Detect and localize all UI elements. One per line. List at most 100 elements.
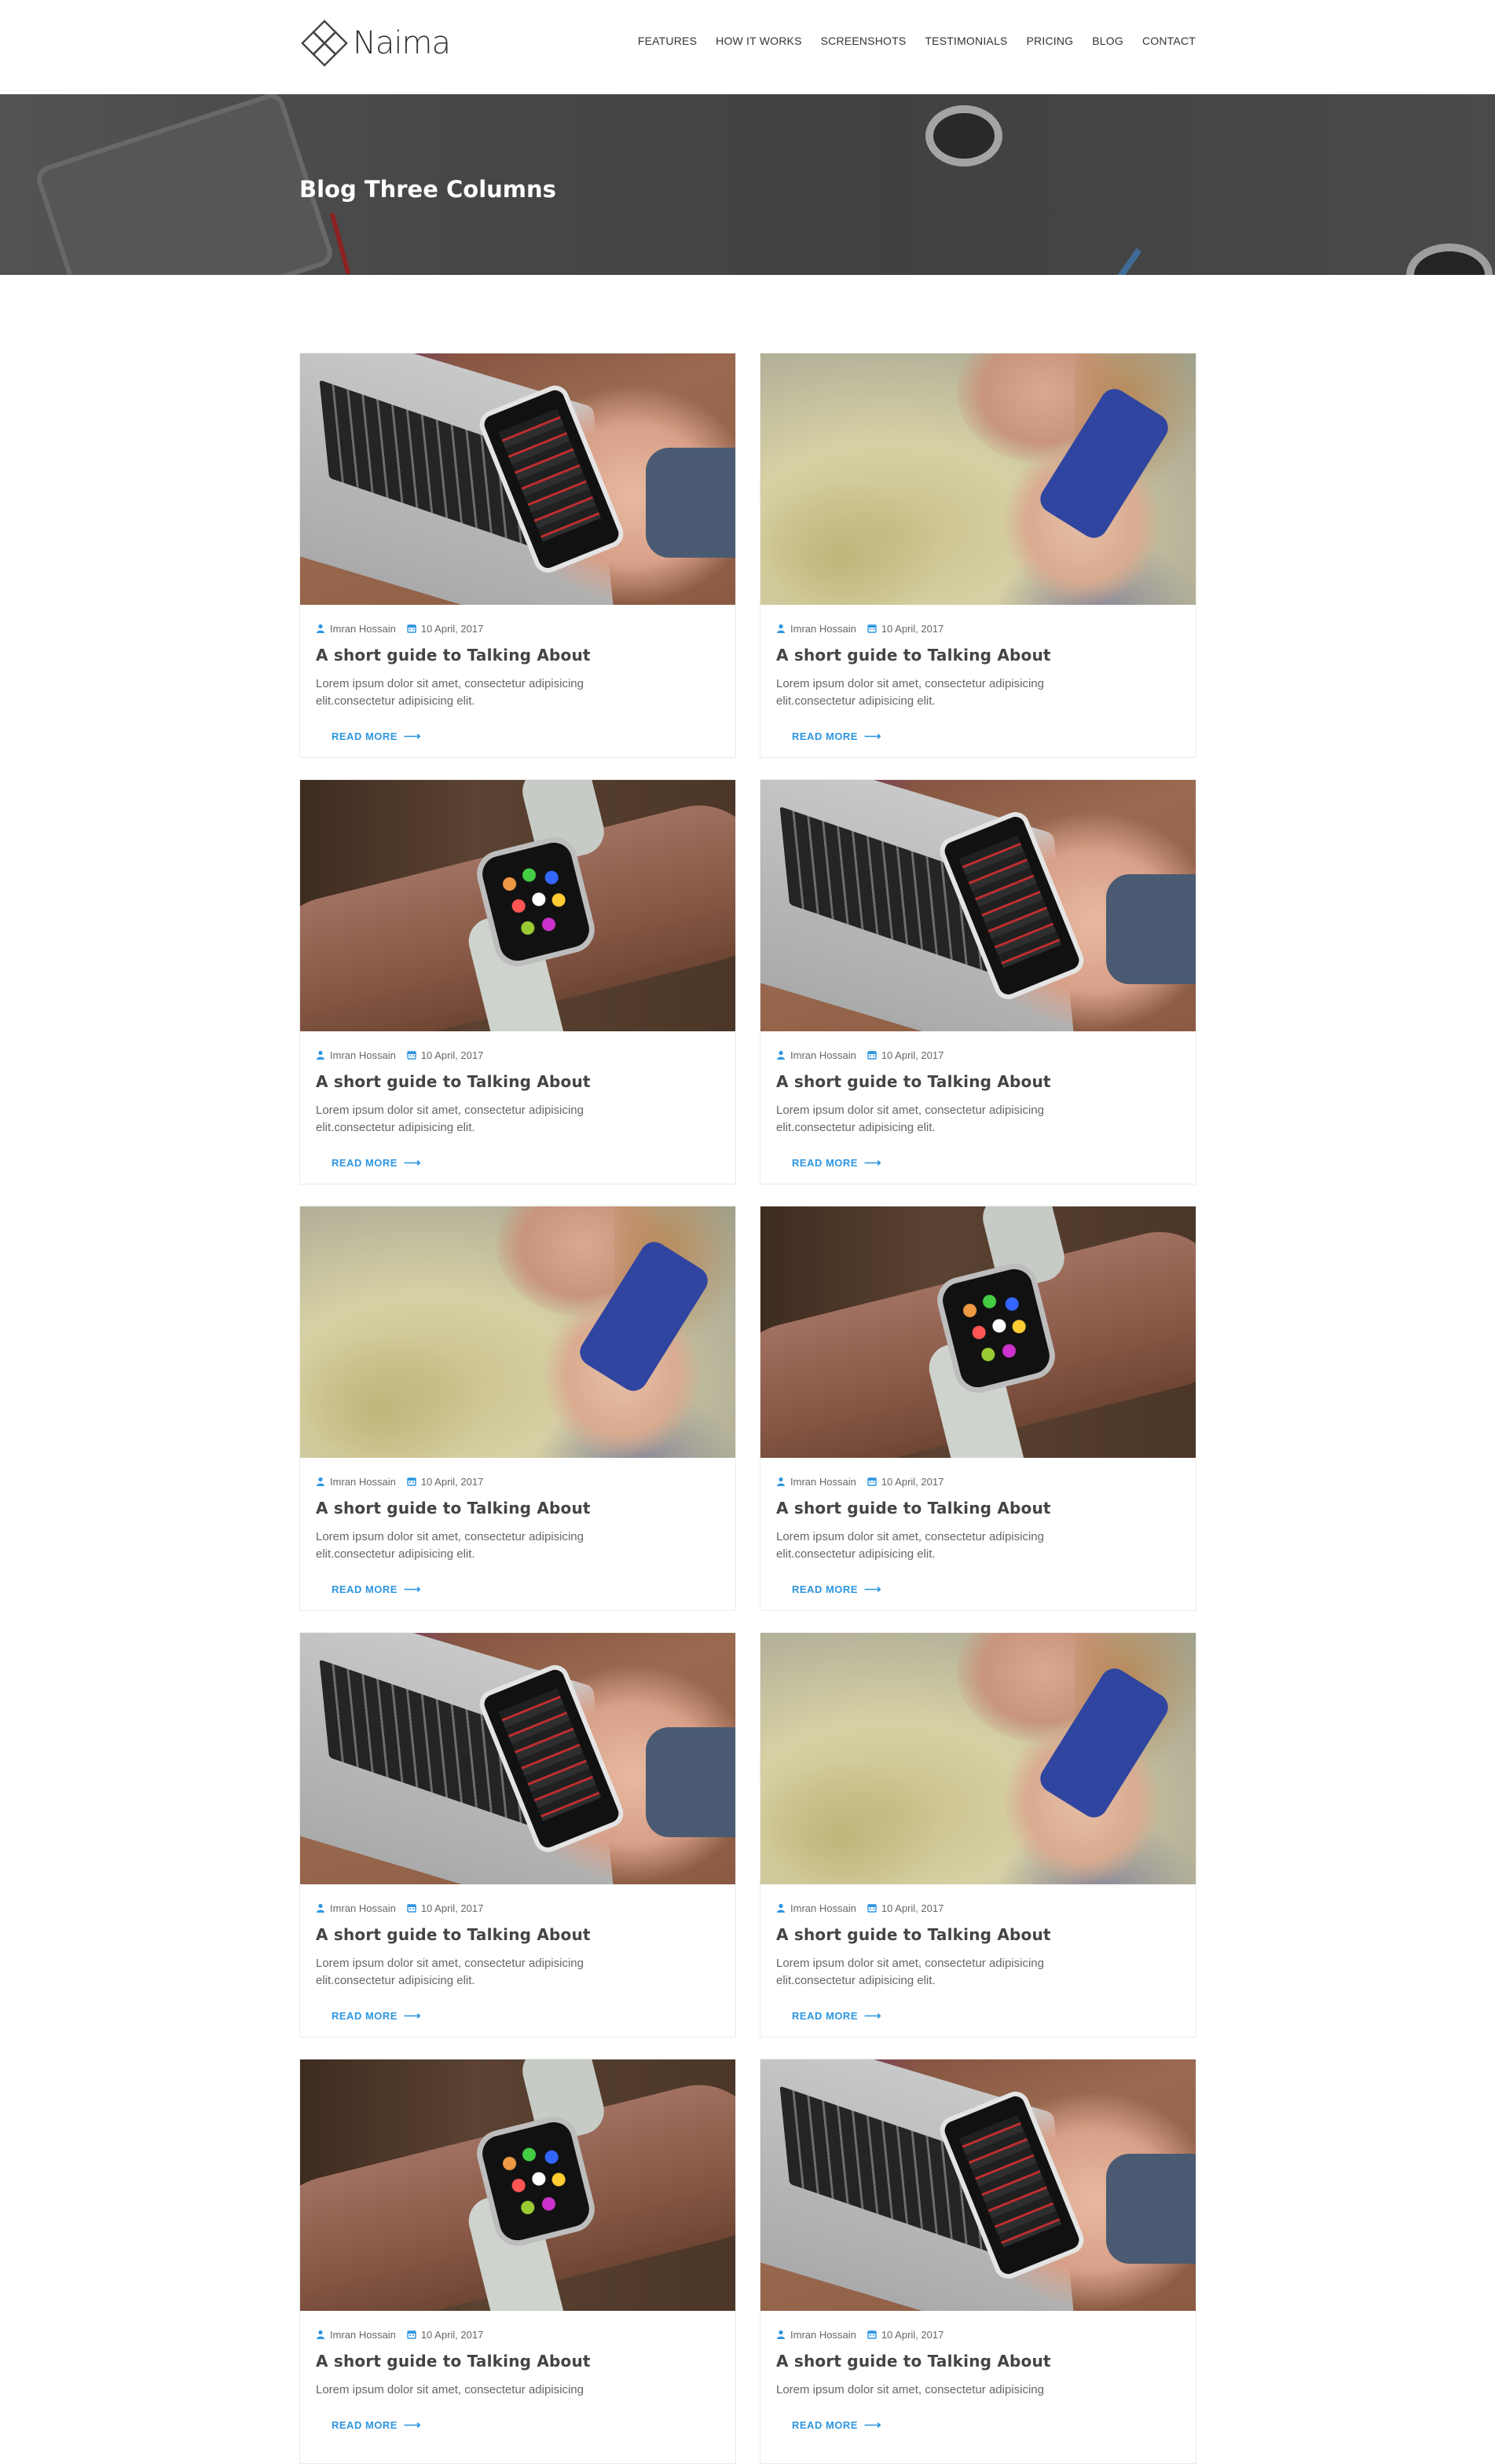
smartwatch-image[interactable] bbox=[300, 780, 735, 1031]
logo-diamond-icon bbox=[301, 20, 348, 67]
post-excerpt: Lorem ipsum dolor sit amet, consectetur … bbox=[776, 1530, 1044, 1561]
girl-phone-image[interactable] bbox=[760, 1633, 1196, 1884]
post-date: 10 April, 2017 bbox=[881, 1902, 944, 1914]
user-icon bbox=[317, 1050, 324, 1060]
nav-item-pricing[interactable]: PRICING bbox=[1027, 35, 1074, 47]
post-meta: Imran Hossain 10 April, 2017 bbox=[776, 1900, 1180, 1916]
read-more-link[interactable]: READ MORE ⟶ bbox=[316, 1155, 720, 1170]
blog-grid: Imran Hossain 10 April, 2017 A short gui… bbox=[299, 353, 1196, 2464]
post-author[interactable]: Imran Hossain bbox=[330, 1902, 396, 1914]
nav-item-features[interactable]: FEATURES bbox=[638, 35, 697, 47]
girl-phone-image[interactable] bbox=[760, 353, 1196, 605]
post-excerpt: Lorem ipsum dolor sit amet, consectetur … bbox=[316, 1104, 584, 1134]
read-more-link[interactable]: READ MORE ⟶ bbox=[776, 2418, 1180, 2432]
laptop-phone-image[interactable] bbox=[760, 2059, 1196, 2311]
read-more-label: READ MORE bbox=[792, 2418, 858, 2431]
smartwatch-image[interactable] bbox=[760, 1206, 1196, 1458]
nav-item-screenshots[interactable]: SCREENSHOTS bbox=[821, 35, 907, 47]
post-title[interactable]: A short guide to Talking About bbox=[316, 1072, 720, 1091]
post-meta: Imran Hossain 10 April, 2017 bbox=[316, 1900, 720, 1916]
nav-item-blog[interactable]: BLOG bbox=[1092, 35, 1123, 47]
logo-text: Naima bbox=[353, 25, 451, 61]
page-banner: Blog Three Columns bbox=[0, 94, 1495, 275]
laptop-phone-image[interactable] bbox=[300, 1633, 735, 1884]
post-excerpt: Lorem ipsum dolor sit amet, consectetur … bbox=[316, 2383, 584, 2396]
user-icon bbox=[777, 624, 785, 633]
card-body: Imran Hossain 10 April, 2017 A short gui… bbox=[760, 1031, 1196, 1170]
blog-card: Imran Hossain 10 April, 2017 A short gui… bbox=[299, 2059, 736, 2464]
post-date: 10 April, 2017 bbox=[881, 1475, 944, 1488]
post-excerpt: Lorem ipsum dolor sit amet, consectetur … bbox=[776, 2383, 1044, 2396]
logo[interactable]: Naima bbox=[299, 19, 451, 68]
arrow-right-icon: ⟶ bbox=[863, 730, 881, 743]
post-title[interactable]: A short guide to Talking About bbox=[776, 1925, 1180, 1944]
post-title[interactable]: A short guide to Talking About bbox=[776, 1072, 1180, 1091]
read-more-label: READ MORE bbox=[332, 2009, 398, 2022]
read-more-link[interactable]: READ MORE ⟶ bbox=[776, 1155, 1180, 1170]
card-body: Imran Hossain 10 April, 2017 A short gui… bbox=[300, 1031, 735, 1170]
post-date: 10 April, 2017 bbox=[420, 2328, 484, 2341]
post-title[interactable]: A short guide to Talking About bbox=[316, 1925, 720, 1944]
nav-item-how-it-works[interactable]: HOW IT WORKS bbox=[716, 35, 801, 47]
post-author[interactable]: Imran Hossain bbox=[790, 1902, 856, 1914]
post-author[interactable]: Imran Hossain bbox=[790, 1476, 856, 1488]
nav-item-contact[interactable]: CONTACT bbox=[1142, 35, 1196, 47]
card-body: Imran Hossain 10 April, 2017 A short gui… bbox=[760, 1458, 1196, 1597]
card-body: Imran Hossain 10 April, 2017 A short gui… bbox=[300, 1884, 735, 2023]
blog-card: Imran Hossain 10 April, 2017 A short gui… bbox=[299, 1632, 736, 2037]
read-more-label: READ MORE bbox=[332, 730, 398, 742]
laptop-phone-image[interactable] bbox=[760, 780, 1196, 1031]
read-more-label: READ MORE bbox=[332, 1583, 398, 1595]
read-more-link[interactable]: READ MORE ⟶ bbox=[316, 1582, 720, 1596]
calendar-icon bbox=[867, 1477, 877, 1486]
post-excerpt: Lorem ipsum dolor sit amet, consectetur … bbox=[776, 677, 1044, 708]
blog-card: Imran Hossain 10 April, 2017 A short gui… bbox=[299, 779, 736, 1184]
post-meta: Imran Hossain 10 April, 2017 bbox=[776, 621, 1180, 636]
card-body: Imran Hossain 10 April, 2017 A short gui… bbox=[760, 605, 1196, 744]
card-body: Imran Hossain 10 April, 2017 A short gui… bbox=[300, 2311, 735, 2433]
user-icon bbox=[317, 624, 324, 633]
calendar-icon bbox=[407, 624, 416, 633]
post-title[interactable]: A short guide to Talking About bbox=[776, 646, 1180, 665]
post-excerpt: Lorem ipsum dolor sit amet, consectetur … bbox=[316, 1530, 584, 1561]
read-more-link[interactable]: READ MORE ⟶ bbox=[776, 2008, 1180, 2023]
arrow-right-icon: ⟶ bbox=[863, 1156, 881, 1170]
post-author[interactable]: Imran Hossain bbox=[330, 1049, 396, 1061]
post-title[interactable]: A short guide to Talking About bbox=[316, 2352, 720, 2371]
post-meta: Imran Hossain 10 April, 2017 bbox=[776, 1474, 1180, 1489]
post-author[interactable]: Imran Hossain bbox=[330, 623, 396, 635]
read-more-label: READ MORE bbox=[792, 730, 858, 742]
read-more-link[interactable]: READ MORE ⟶ bbox=[776, 729, 1180, 743]
blog-card: Imran Hossain 10 April, 2017 A short gui… bbox=[299, 353, 736, 758]
banner-overlay bbox=[0, 94, 1495, 275]
post-title[interactable]: A short guide to Talking About bbox=[776, 2352, 1180, 2371]
user-icon bbox=[317, 1477, 324, 1486]
post-title[interactable]: A short guide to Talking About bbox=[316, 646, 720, 665]
calendar-icon bbox=[867, 624, 877, 633]
post-meta: Imran Hossain 10 April, 2017 bbox=[316, 2327, 720, 2342]
post-excerpt: Lorem ipsum dolor sit amet, consectetur … bbox=[776, 1104, 1044, 1134]
read-more-link[interactable]: READ MORE ⟶ bbox=[316, 729, 720, 743]
post-title[interactable]: A short guide to Talking About bbox=[316, 1499, 720, 1518]
post-date: 10 April, 2017 bbox=[420, 1049, 484, 1061]
blog-card: Imran Hossain 10 April, 2017 A short gui… bbox=[760, 2059, 1196, 2464]
read-more-link[interactable]: READ MORE ⟶ bbox=[776, 1582, 1180, 1596]
post-author[interactable]: Imran Hossain bbox=[330, 1476, 396, 1488]
read-more-link[interactable]: READ MORE ⟶ bbox=[316, 2418, 720, 2432]
post-author[interactable]: Imran Hossain bbox=[790, 623, 856, 635]
nav-item-testimonials[interactable]: TESTIMONIALS bbox=[925, 35, 1007, 47]
post-author[interactable]: Imran Hossain bbox=[790, 2329, 856, 2341]
smartwatch-image[interactable] bbox=[300, 2059, 735, 2311]
arrow-right-icon: ⟶ bbox=[403, 2418, 421, 2432]
post-author[interactable]: Imran Hossain bbox=[330, 2329, 396, 2341]
post-author[interactable]: Imran Hossain bbox=[790, 1049, 856, 1061]
post-meta: Imran Hossain 10 April, 2017 bbox=[776, 1047, 1180, 1063]
read-more-link[interactable]: READ MORE ⟶ bbox=[316, 2008, 720, 2023]
arrow-right-icon: ⟶ bbox=[863, 1583, 881, 1596]
calendar-icon bbox=[867, 2330, 877, 2339]
calendar-icon bbox=[407, 1904, 416, 1913]
laptop-phone-image[interactable] bbox=[300, 353, 735, 605]
girl-phone-image[interactable] bbox=[300, 1206, 735, 1458]
arrow-right-icon: ⟶ bbox=[403, 730, 421, 743]
post-title[interactable]: A short guide to Talking About bbox=[776, 1499, 1180, 1518]
